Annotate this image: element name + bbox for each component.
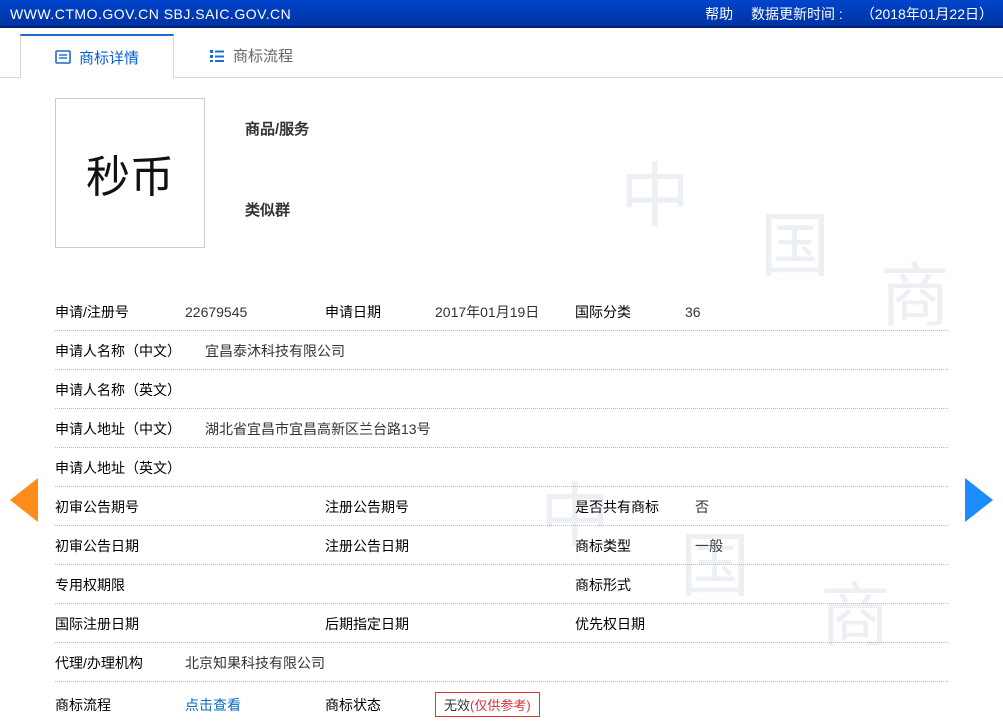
addr-cn-label: 申请人地址（中文） — [55, 419, 205, 439]
intlclass-label: 国际分类 — [575, 302, 685, 322]
tm-form-label: 商标形式 — [575, 575, 695, 595]
prelim-no-label: 初审公告期号 — [55, 497, 325, 517]
help-link[interactable]: 帮助 — [705, 6, 733, 22]
addr-cn-value: 湖北省宜昌市宜昌高新区兰台路13号 — [205, 419, 948, 439]
priority-label: 优先权日期 — [575, 614, 695, 634]
status-note: (仅供参考) — [470, 698, 531, 713]
top-right: 帮助 数据更新时间 : （2018年01月22日） — [691, 0, 993, 26]
intlclass-value: 36 — [685, 304, 795, 320]
similar-group-label: 类似群 — [245, 199, 309, 220]
appdate-label: 申请日期 — [325, 302, 435, 322]
trademark-image: 秒币 — [55, 98, 205, 248]
header-right-labels: 商品/服务 类似群 — [245, 98, 309, 280]
detail-icon — [55, 49, 71, 65]
top-bar: WWW.CTMO.GOV.CN SBJ.SAIC.GOV.CN 帮助 数据更新时… — [0, 0, 1003, 28]
prelim-date-label: 初审公告日期 — [55, 536, 325, 556]
content-pane: 秒币 商品/服务 类似群 申请/注册号 22679545 申请日期 2017年0… — [0, 78, 1003, 725]
row-prelim: 初审公告期号 注册公告期号 是否共有商标 否 — [55, 487, 948, 526]
intl-reg-date-label: 国际注册日期 — [55, 614, 325, 634]
is-common-label: 是否共有商标 — [575, 497, 695, 517]
exclusive-label: 专用权期限 — [55, 575, 575, 595]
is-common-value: 否 — [695, 497, 709, 517]
row-intl-reg: 国际注册日期 后期指定日期 优先权日期 — [55, 604, 948, 643]
header-row: 秒币 商品/服务 类似群 — [55, 98, 948, 280]
update-time-value: （2018年01月22日） — [861, 6, 993, 22]
tabs: 商标详情 商标流程 — [0, 34, 1003, 78]
process-icon — [209, 48, 225, 64]
status-cell: 无效(仅供参考) — [435, 692, 540, 717]
row-regno: 申请/注册号 22679545 申请日期 2017年01月19日 国际分类 36 — [55, 292, 948, 331]
next-arrow-icon[interactable] — [965, 478, 993, 522]
tab-trademark-detail[interactable]: 商标详情 — [20, 34, 174, 78]
regno-label: 申请/注册号 — [55, 302, 185, 322]
agent-label: 代理/办理机构 — [55, 653, 185, 673]
row-applicant-en: 申请人名称（英文） — [55, 370, 948, 409]
row-applicant-cn: 申请人名称（中文） 宜昌泰沐科技有限公司 — [55, 331, 948, 370]
row-process-status: 商标流程 点击查看 商标状态 无效(仅供参考) — [55, 682, 948, 725]
site-url: WWW.CTMO.GOV.CN SBJ.SAIC.GOV.CN — [10, 0, 291, 26]
addr-en-label: 申请人地址（英文） — [55, 458, 205, 478]
row-addr-cn: 申请人地址（中文） 湖北省宜昌市宜昌高新区兰台路13号 — [55, 409, 948, 448]
status-label: 商标状态 — [325, 695, 435, 715]
tab-process-label: 商标流程 — [233, 45, 293, 66]
late-desig-label: 后期指定日期 — [325, 614, 575, 634]
prev-arrow-icon[interactable] — [10, 478, 38, 522]
regno-value: 22679545 — [185, 304, 325, 320]
applicant-cn-label: 申请人名称（中文） — [55, 341, 205, 361]
goods-services-label: 商品/服务 — [245, 118, 309, 139]
agent-value: 北京知果科技有限公司 — [185, 653, 948, 673]
tm-type-label: 商标类型 — [575, 536, 695, 556]
reg-ann-date-label: 注册公告日期 — [325, 536, 575, 556]
status-badge: 无效(仅供参考) — [435, 692, 540, 717]
tab-detail-label: 商标详情 — [79, 47, 139, 68]
row-prelim-date: 初审公告日期 注册公告日期 商标类型 一般 — [55, 526, 948, 565]
detail-table: 申请/注册号 22679545 申请日期 2017年01月19日 国际分类 36… — [55, 292, 948, 725]
process-view-link[interactable]: 点击查看 — [185, 697, 241, 713]
update-time-label: 数据更新时间 : — [751, 6, 843, 22]
status-text: 无效 — [444, 698, 470, 713]
tm-type-value: 一般 — [695, 536, 723, 556]
applicant-cn-value: 宜昌泰沐科技有限公司 — [205, 341, 948, 361]
row-exclusive: 专用权期限 商标形式 — [55, 565, 948, 604]
row-agent: 代理/办理机构 北京知果科技有限公司 — [55, 643, 948, 682]
reg-ann-no-label: 注册公告期号 — [325, 497, 575, 517]
process-label: 商标流程 — [55, 695, 185, 715]
trademark-text: 秒币 — [86, 141, 174, 205]
appdate-value: 2017年01月19日 — [435, 302, 575, 322]
row-addr-en: 申请人地址（英文） — [55, 448, 948, 487]
applicant-en-label: 申请人名称（英文） — [55, 380, 205, 400]
tab-trademark-process[interactable]: 商标流程 — [174, 34, 328, 77]
